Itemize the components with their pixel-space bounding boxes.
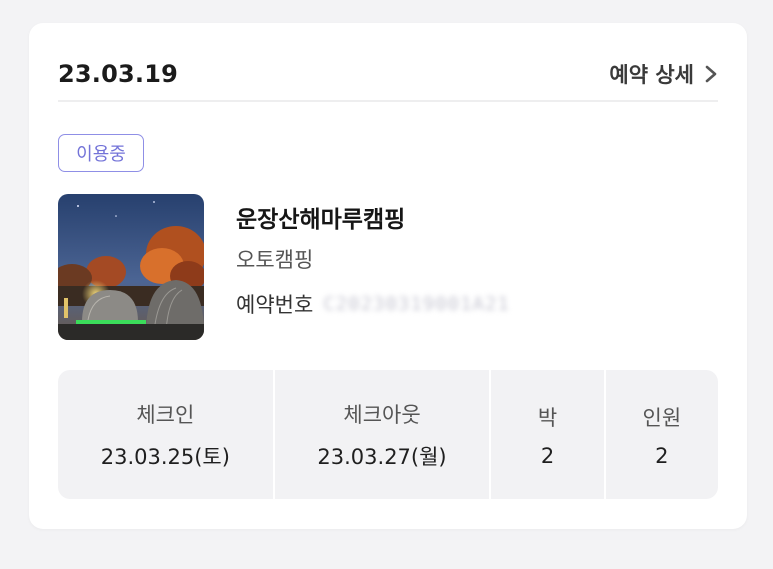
- people-label: 인원: [642, 405, 682, 430]
- campsite-photo: [58, 194, 204, 340]
- nights-value: 2: [540, 443, 555, 468]
- checkout-cell: 체크아웃 23.03.27(월): [272, 370, 490, 499]
- checkin-cell: 체크인 23.03.25(토): [58, 370, 273, 499]
- reservation-number-label: 예약번호: [236, 293, 314, 317]
- status-badge: 이용중: [58, 134, 144, 172]
- campsite-info: 운장산해마루캠핑 오토캠핑 예약번호 C20230319001A21: [236, 203, 510, 320]
- reservation-date: 23.03.19: [58, 60, 179, 88]
- people-cell: 인원 2: [603, 370, 718, 499]
- reservation-card: 23.03.19 예약 상세 이용중 운장산해마루캠핑 오토캠핑 예약번호 C2…: [29, 23, 747, 529]
- nights-label: 박: [537, 405, 558, 430]
- checkin-label: 체크인: [136, 402, 195, 427]
- header-divider: [58, 100, 718, 102]
- reservation-number-row: 예약번호 C20230319001A21: [236, 288, 510, 320]
- reservation-detail-link[interactable]: 예약 상세: [609, 59, 718, 89]
- campsite-name[interactable]: 운장산해마루캠핑: [236, 203, 510, 237]
- checkout-label: 체크아웃: [343, 402, 421, 427]
- stay-summary: 체크인 23.03.25(토) 체크아웃 23.03.27(월) 박 2 인원 …: [58, 370, 718, 499]
- reservation-number: C20230319001A21: [323, 293, 510, 315]
- campsite-type: 오토캠핑: [236, 248, 314, 272]
- checkout-value: 23.03.27(월): [317, 444, 447, 469]
- nights-cell: 박 2: [489, 370, 603, 499]
- chevron-right-icon: [705, 65, 717, 83]
- card-header: 23.03.19 예약 상세: [58, 47, 718, 101]
- people-value: 2: [655, 443, 669, 468]
- checkin-value: 23.03.25(토): [100, 444, 230, 469]
- campsite-thumbnail[interactable]: [58, 194, 204, 340]
- reservation-detail-label: 예약 상세: [609, 63, 694, 87]
